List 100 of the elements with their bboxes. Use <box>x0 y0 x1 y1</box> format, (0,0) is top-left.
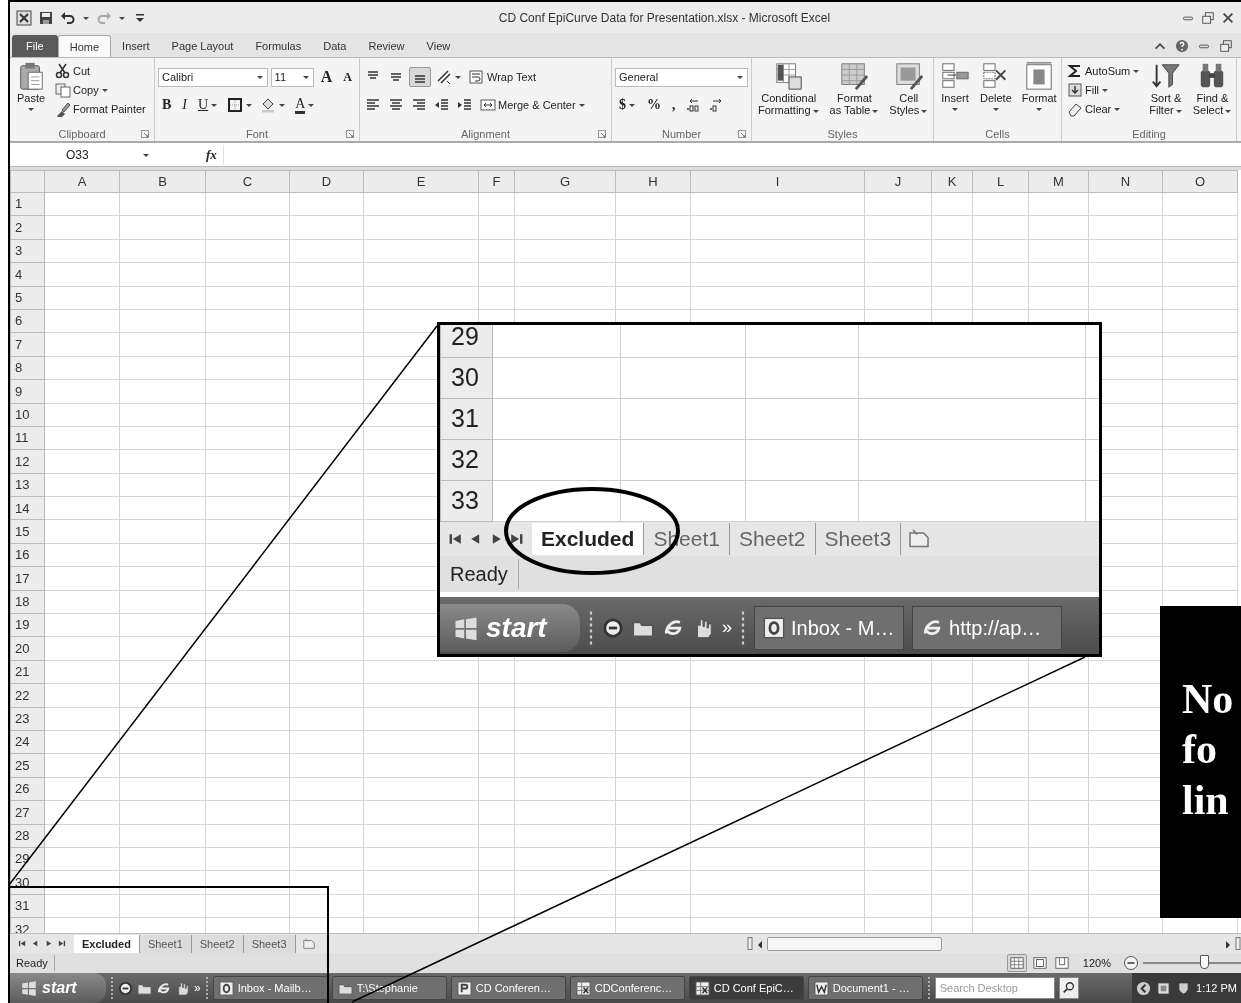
column-header[interactable]: F <box>478 170 515 193</box>
row-header[interactable]: 3 <box>10 239 45 263</box>
column-header[interactable]: N <box>1088 170 1163 193</box>
ribbon-button[interactable]: B <box>158 98 176 112</box>
ribbon-button[interactable]: Delete <box>977 60 1015 118</box>
row-header[interactable]: 18 <box>10 590 45 614</box>
row-header[interactable]: 7 <box>10 332 45 357</box>
ribbon-tab[interactable]: Formulas <box>244 35 313 57</box>
row-header[interactable]: 33 <box>440 480 493 522</box>
row-header[interactable]: 4 <box>10 262 45 287</box>
ribbon-button[interactable]: A <box>316 70 337 84</box>
ribbon-button[interactable]: Format Painter <box>53 100 148 118</box>
ribbon-button[interactable]: Format <box>1018 60 1058 118</box>
row-header[interactable]: 17 <box>10 566 45 591</box>
column-header[interactable]: O <box>1162 170 1238 193</box>
ribbon-button[interactable]: Format as Table <box>826 60 883 118</box>
row-header[interactable]: 22 <box>10 683 45 708</box>
ribbon-tab[interactable]: Page Layout <box>160 35 245 57</box>
ribbon-button[interactable]: Clear <box>1065 100 1143 118</box>
ribbon-button[interactable]: Fill <box>1065 81 1143 99</box>
row-header[interactable]: 32 <box>440 439 493 481</box>
ribbon-button[interactable]: Insert <box>937 60 973 118</box>
dropdown-field[interactable]: 11 <box>270 67 314 87</box>
column-header[interactable]: L <box>972 170 1029 193</box>
row-header[interactable]: 6 <box>10 309 45 333</box>
column-header[interactable]: K <box>931 170 973 193</box>
search-field[interactable]: Search Desktop <box>934 977 1055 999</box>
column-header[interactable]: I <box>690 170 865 193</box>
sheet-tab[interactable]: Sheet2 <box>191 934 244 953</box>
row-header[interactable]: 2 <box>10 215 45 240</box>
row-header[interactable]: 20 <box>10 636 45 661</box>
row-header[interactable]: 5 <box>10 286 45 310</box>
ribbon-button[interactable]: Cell Styles <box>886 60 930 118</box>
row-header[interactable]: 1 <box>10 192 45 216</box>
ribbon-button[interactable]: Conditional Formatting <box>755 60 823 118</box>
row-header[interactable]: 15 <box>10 519 45 544</box>
row-header[interactable]: 23 <box>10 707 45 731</box>
taskbar-button[interactable]: CD Conferen… <box>450 976 566 1000</box>
ribbon-tab[interactable]: View <box>415 35 462 57</box>
ribbon-button[interactable]: Sort & Filter <box>1146 60 1186 118</box>
row-header[interactable]: 25 <box>10 753 45 778</box>
column-header[interactable]: G <box>514 170 616 193</box>
row-header[interactable]: 27 <box>10 800 45 825</box>
ribbon-button[interactable]: $ <box>615 98 640 112</box>
sheet-tab[interactable]: Excluded <box>74 934 140 953</box>
ribbon-button[interactable]: % <box>643 98 665 112</box>
row-header[interactable]: 29 <box>440 325 493 358</box>
dropdown-field[interactable]: General <box>615 67 748 87</box>
row-header[interactable]: 31 <box>10 894 45 918</box>
insert-function-button[interactable]: fx <box>206 144 217 165</box>
taskbar-button[interactable]: CDConferenc… <box>569 976 685 1000</box>
row-header[interactable]: 31 <box>440 398 493 440</box>
ribbon-button[interactable]: Wrap Text <box>467 68 539 86</box>
ribbon-button[interactable]: U <box>194 98 223 112</box>
row-header[interactable]: 13 <box>10 473 45 497</box>
column-header[interactable]: A <box>44 170 120 193</box>
row-header[interactable]: 26 <box>10 777 45 801</box>
taskbar-button[interactable]: Document1 - … <box>807 976 923 1000</box>
row-header[interactable]: 24 <box>10 730 45 754</box>
name-box[interactable]: O33 <box>10 145 150 164</box>
overflow-chevron[interactable]: » <box>194 979 201 997</box>
column-header[interactable]: B <box>119 170 206 193</box>
taskbar-button[interactable]: CD Conf EpiC… <box>688 976 804 1000</box>
column-header[interactable]: J <box>864 170 932 193</box>
row-header[interactable]: 21 <box>10 660 45 684</box>
start-button[interactable]: start <box>10 973 106 1003</box>
column-header[interactable]: D <box>289 170 364 193</box>
ribbon-button[interactable]: , <box>668 98 680 112</box>
row-header[interactable]: 19 <box>10 613 45 637</box>
column-header[interactable]: M <box>1028 170 1089 193</box>
ribbon-tab[interactable]: Review <box>357 35 416 57</box>
file-tab[interactable]: File <box>12 35 58 57</box>
start-button[interactable]: start <box>440 603 580 652</box>
ribbon-button[interactable]: Cut <box>53 62 148 80</box>
sheet-tab[interactable]: Sheet1 <box>139 934 192 953</box>
ribbon-button[interactable]: AutoSum <box>1065 62 1143 80</box>
ribbon-button[interactable]: A <box>291 95 320 115</box>
ribbon-button[interactable]: A <box>339 70 356 84</box>
sheet-tab[interactable]: Sheet3 <box>243 934 296 953</box>
dropdown-field[interactable]: Calibri <box>158 67 268 87</box>
sheet-tab[interactable]: Excluded <box>532 523 645 555</box>
row-header[interactable]: 11 <box>10 426 45 450</box>
row-header[interactable]: 16 <box>10 543 45 567</box>
ribbon-button[interactable]: Merge & Center <box>478 96 588 114</box>
row-header[interactable]: 10 <box>10 403 45 427</box>
ribbon-button[interactable]: Paste <box>13 60 49 118</box>
taskbar-button[interactable]: http://ap… <box>912 605 1062 650</box>
row-header[interactable]: 14 <box>10 496 45 520</box>
sheet-tab[interactable]: Sheet2 <box>729 523 816 555</box>
row-header[interactable]: 30 <box>440 357 493 399</box>
ribbon-button[interactable]: Copy <box>53 81 148 99</box>
taskbar-button[interactable]: Inbox - M… <box>754 605 904 650</box>
row-header[interactable]: 12 <box>10 449 45 474</box>
ribbon-tab[interactable]: Home <box>57 35 112 57</box>
row-header[interactable]: 8 <box>10 356 45 380</box>
row-header[interactable]: 28 <box>10 824 45 848</box>
column-header[interactable]: E <box>363 170 479 193</box>
column-header[interactable]: H <box>615 170 691 193</box>
ribbon-button[interactable]: I <box>178 98 191 112</box>
ribbon-button[interactable]: Find & Select <box>1189 60 1233 118</box>
